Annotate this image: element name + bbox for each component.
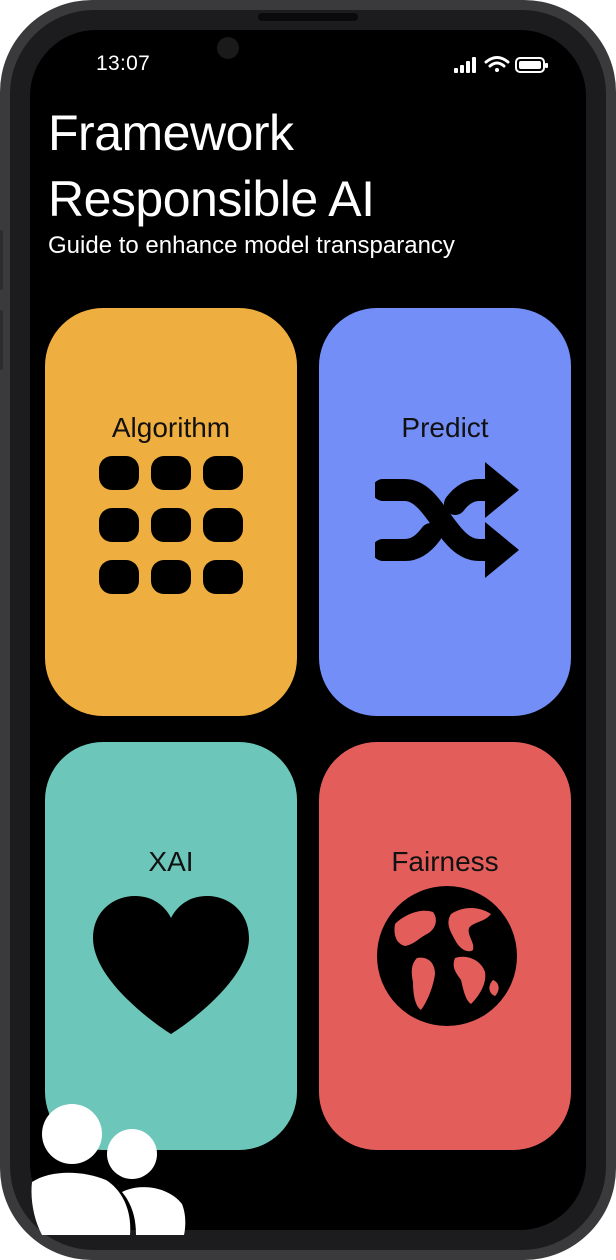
side-button (0, 230, 3, 290)
signal-icon (454, 57, 476, 73)
battery-icon (515, 57, 548, 73)
users-icon (31, 1104, 186, 1235)
phone-frame: 13:07 Framework Responsible AI Guide to … (0, 0, 616, 1260)
globe-icon (377, 886, 517, 1026)
tile-predict[interactable]: Predict (319, 308, 571, 716)
tile-label: Algorithm (111, 412, 231, 443)
heart-icon (93, 896, 249, 1034)
front-camera (217, 37, 239, 59)
grid-icon (99, 456, 243, 594)
tile-algorithm[interactable]: Algorithm (45, 308, 297, 716)
tile-xai[interactable]: XAI (45, 742, 297, 1150)
shuffle-icon (375, 462, 519, 578)
wifi-icon (484, 56, 510, 72)
tile-label: Fairness (391, 846, 499, 877)
tile-fairness[interactable]: Fairness (319, 742, 571, 1150)
page-subtitle: Guide to enhance model transparancy (48, 232, 455, 259)
side-button (0, 310, 3, 370)
speaker-slot (258, 13, 358, 21)
status-icons (454, 56, 548, 73)
status-time: 13:07 (96, 52, 151, 75)
tile-label: Predict (401, 412, 489, 443)
page-title-line-1: Framework (48, 105, 294, 161)
page-title-line-2: Responsible AI (48, 171, 375, 227)
tile-label: XAI (148, 846, 194, 877)
